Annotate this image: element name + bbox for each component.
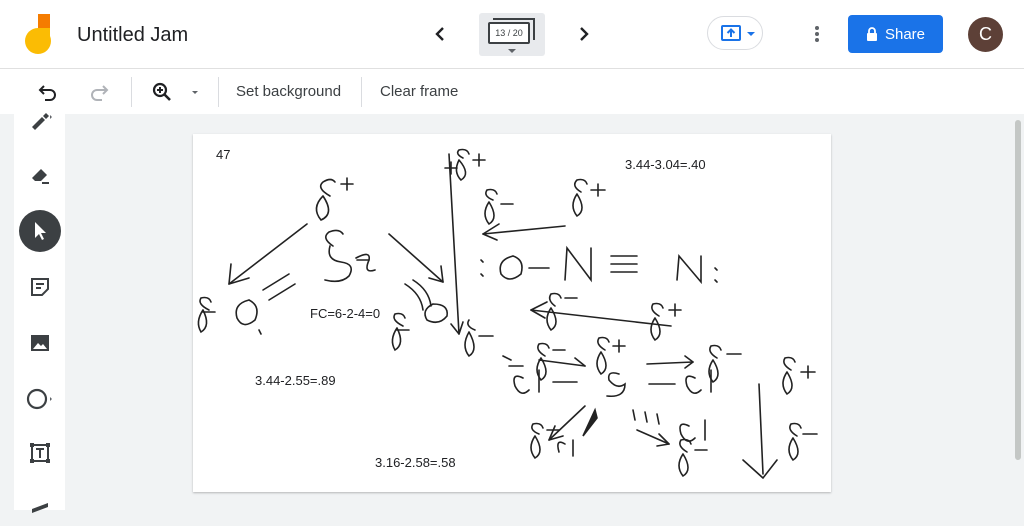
redo-button[interactable] xyxy=(87,80,111,104)
top-bar: Untitled Jam 13 / 20 Share C xyxy=(0,0,1024,68)
zoom-dropdown-button[interactable] xyxy=(188,80,202,104)
text-box-tool-button[interactable] xyxy=(19,432,61,474)
sticky-note-tool-button[interactable] xyxy=(19,266,61,308)
circle-icon xyxy=(26,388,52,410)
toolbar-divider xyxy=(131,77,132,107)
present-icon xyxy=(721,25,755,41)
chevron-left-icon xyxy=(435,27,444,41)
share-label: Share xyxy=(884,25,926,43)
laser-icon xyxy=(32,503,48,513)
frame-indicator: 13 / 20 xyxy=(495,28,523,38)
sticky-note-icon xyxy=(31,278,49,296)
tool-palette xyxy=(14,113,65,513)
jam-title[interactable]: Untitled Jam xyxy=(77,24,188,47)
shape-tool-button[interactable] xyxy=(19,378,61,420)
redo-icon xyxy=(91,85,109,101)
edit-toolbar: Set background Clear frame xyxy=(0,68,1024,114)
previous-frame-button[interactable] xyxy=(426,20,454,48)
caret-down-icon xyxy=(192,91,198,94)
jam-frame-canvas[interactable]: 47 3.44-3.04=.40 FC=6-2-4=0 3.44-2.55=.8… xyxy=(193,134,831,492)
frame-thumbnail: 13 / 20 xyxy=(488,22,530,44)
account-avatar[interactable]: C xyxy=(968,17,1003,52)
text-box-icon xyxy=(30,443,50,463)
toolbar-divider xyxy=(218,77,219,107)
present-button[interactable] xyxy=(707,16,763,50)
handwriting-ink xyxy=(197,148,818,480)
select-tool-button[interactable] xyxy=(19,210,61,252)
next-frame-button[interactable] xyxy=(570,20,598,48)
clear-frame-button[interactable]: Clear frame xyxy=(380,83,458,100)
eraser-tool-button[interactable] xyxy=(19,154,61,196)
select-icon xyxy=(35,222,46,240)
marker-icon xyxy=(32,113,52,130)
caret-down-icon xyxy=(508,49,516,53)
laser-tool-button[interactable] xyxy=(19,484,61,526)
eraser-icon xyxy=(32,169,49,184)
zoom-button[interactable] xyxy=(150,80,174,104)
toolbar-divider xyxy=(361,77,362,107)
image-tool-button[interactable] xyxy=(19,322,61,364)
image-icon xyxy=(31,335,49,351)
pen-tool-button[interactable] xyxy=(19,100,61,142)
set-background-button[interactable]: Set background xyxy=(236,83,341,100)
lock-icon xyxy=(866,27,877,41)
vertical-scrollbar[interactable] xyxy=(1015,120,1021,460)
frame-bar-toggle[interactable]: 13 / 20 xyxy=(479,13,545,56)
chevron-right-icon xyxy=(580,27,589,41)
more-options-button[interactable] xyxy=(805,20,829,48)
share-button[interactable]: Share xyxy=(848,15,943,53)
jamboard-logo xyxy=(24,14,54,54)
zoom-in-icon xyxy=(152,82,171,101)
more-vert-icon xyxy=(815,26,819,42)
